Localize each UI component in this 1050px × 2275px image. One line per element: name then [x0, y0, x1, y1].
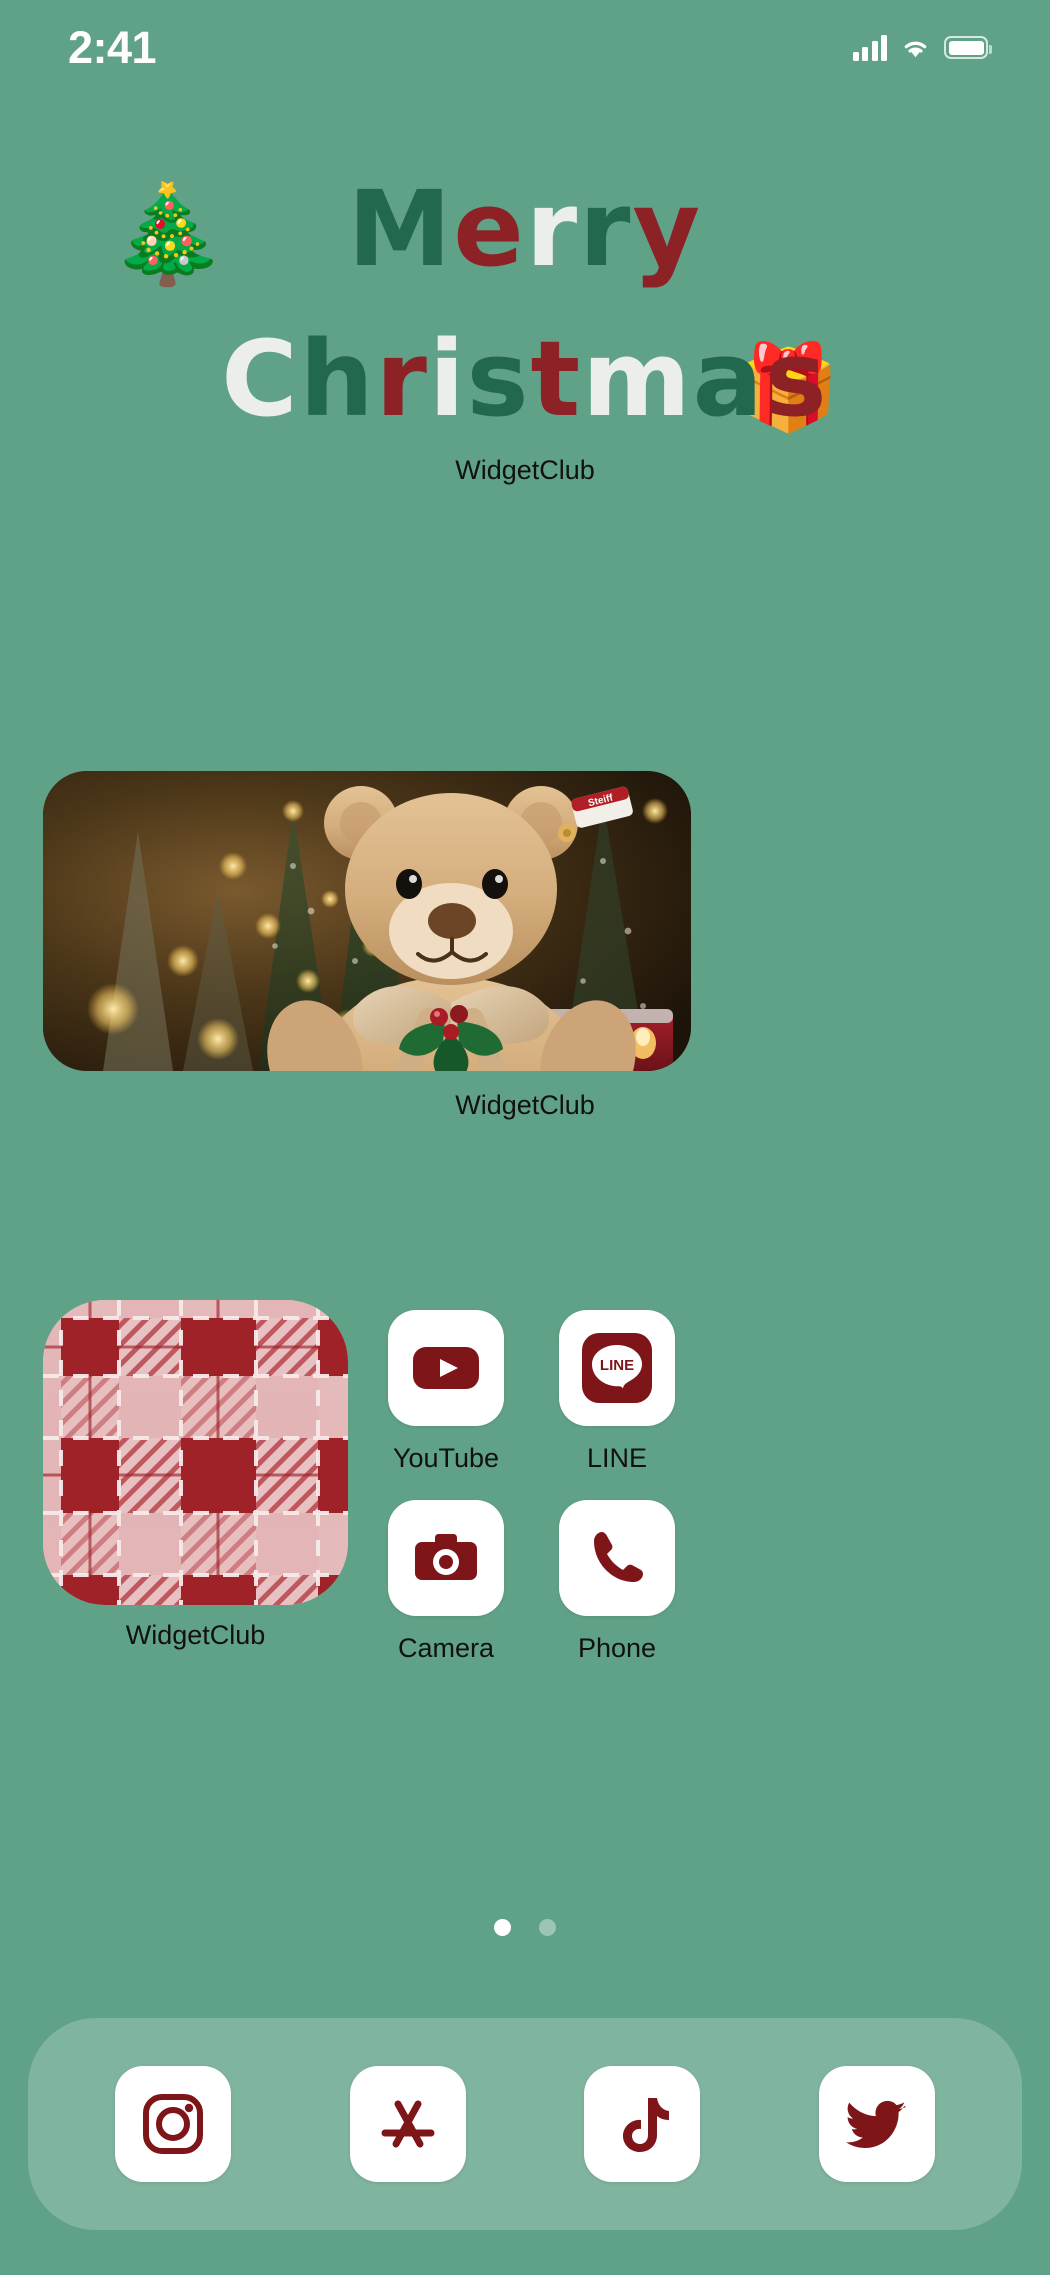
app-icon-youtube[interactable]: YouTube — [360, 1310, 532, 1474]
christmas-letter-3: i — [428, 318, 467, 440]
dock-icon-twitter[interactable] — [818, 2066, 935, 2182]
app-label-camera: Camera — [397, 1633, 495, 1663]
teddy-bear-photo: Steiff — [43, 771, 691, 1071]
app-icon-camera[interactable]: Camera — [360, 1500, 532, 1664]
dock-icon-tiktok[interactable] — [584, 2066, 701, 2182]
christmas-letter-8: s — [764, 318, 829, 440]
plaid-pattern — [43, 1300, 348, 1605]
merry-letter-3: r — [579, 168, 633, 290]
widget-label-header: WidgetClub — [455, 455, 595, 485]
line-icon: LINE — [582, 1333, 652, 1403]
dock — [28, 2018, 1022, 2230]
youtube-icon — [413, 1347, 479, 1389]
christmas-letter-7: a — [692, 318, 765, 440]
tiktok-icon — [623, 2098, 670, 2152]
dock-icon-instagram[interactable] — [115, 2066, 232, 2182]
camera-tile[interactable] — [388, 1500, 504, 1616]
christmas-letter-0: C — [221, 318, 300, 440]
app-label-phone: Phone — [577, 1633, 657, 1663]
twitter-icon — [845, 2100, 906, 2148]
status-bar-time: 2:41 — [68, 22, 157, 73]
christmas-letter-1: h — [299, 318, 376, 440]
status-bar: 2:41 — [0, 0, 1050, 95]
phone-tile[interactable] — [559, 1500, 675, 1616]
youtube-tile[interactable] — [388, 1310, 504, 1426]
line-tile[interactable]: LINE — [559, 1310, 675, 1426]
header-line-merry: Merry — [0, 168, 1050, 290]
page-indicator[interactable] — [0, 1919, 1050, 1936]
widget-label-plaid: WidgetClub — [125, 1620, 266, 1650]
christmas-letter-2: r — [375, 318, 429, 440]
app-label-youtube: YouTube — [392, 1443, 500, 1473]
photo-widget-teddy-bear[interactable]: Steiff — [43, 771, 691, 1071]
merry-christmas-widget[interactable]: 🎄 🎁 Merry Christmas — [0, 150, 1050, 480]
app-label-line: LINE — [586, 1443, 648, 1473]
merry-letter-1: e — [453, 168, 526, 290]
cellular-bars-icon — [852, 34, 887, 61]
dock-icon-app-store[interactable] — [349, 2066, 466, 2182]
merry-letter-2: r — [525, 168, 580, 290]
camera-icon — [415, 1534, 477, 1580]
battery-full-icon — [944, 36, 992, 59]
plaid-widget[interactable] — [43, 1300, 348, 1605]
line-icon-text: LINE — [600, 1357, 634, 1374]
phone-icon — [594, 1532, 643, 1582]
header-line-christmas: Christmas — [0, 318, 1050, 440]
christmas-letter-5: t — [530, 318, 583, 440]
merry-letter-4: y — [632, 168, 703, 290]
christmas-letter-4: s — [466, 318, 531, 440]
wifi-icon — [904, 41, 927, 57]
widget-label-photo: WidgetClub — [455, 1090, 595, 1120]
status-bar-indicators — [852, 34, 992, 61]
page-dot-1[interactable] — [494, 1919, 511, 1936]
merry-letter-0: M — [347, 168, 454, 290]
app-icon-line[interactable]: LINE LINE — [531, 1310, 703, 1474]
christmas-letter-6: m — [582, 318, 693, 440]
app-icon-phone[interactable]: Phone — [531, 1500, 703, 1664]
instagram-icon — [143, 2094, 204, 2154]
page-dot-2[interactable] — [539, 1919, 556, 1936]
app-store-icon — [381, 2100, 435, 2148]
